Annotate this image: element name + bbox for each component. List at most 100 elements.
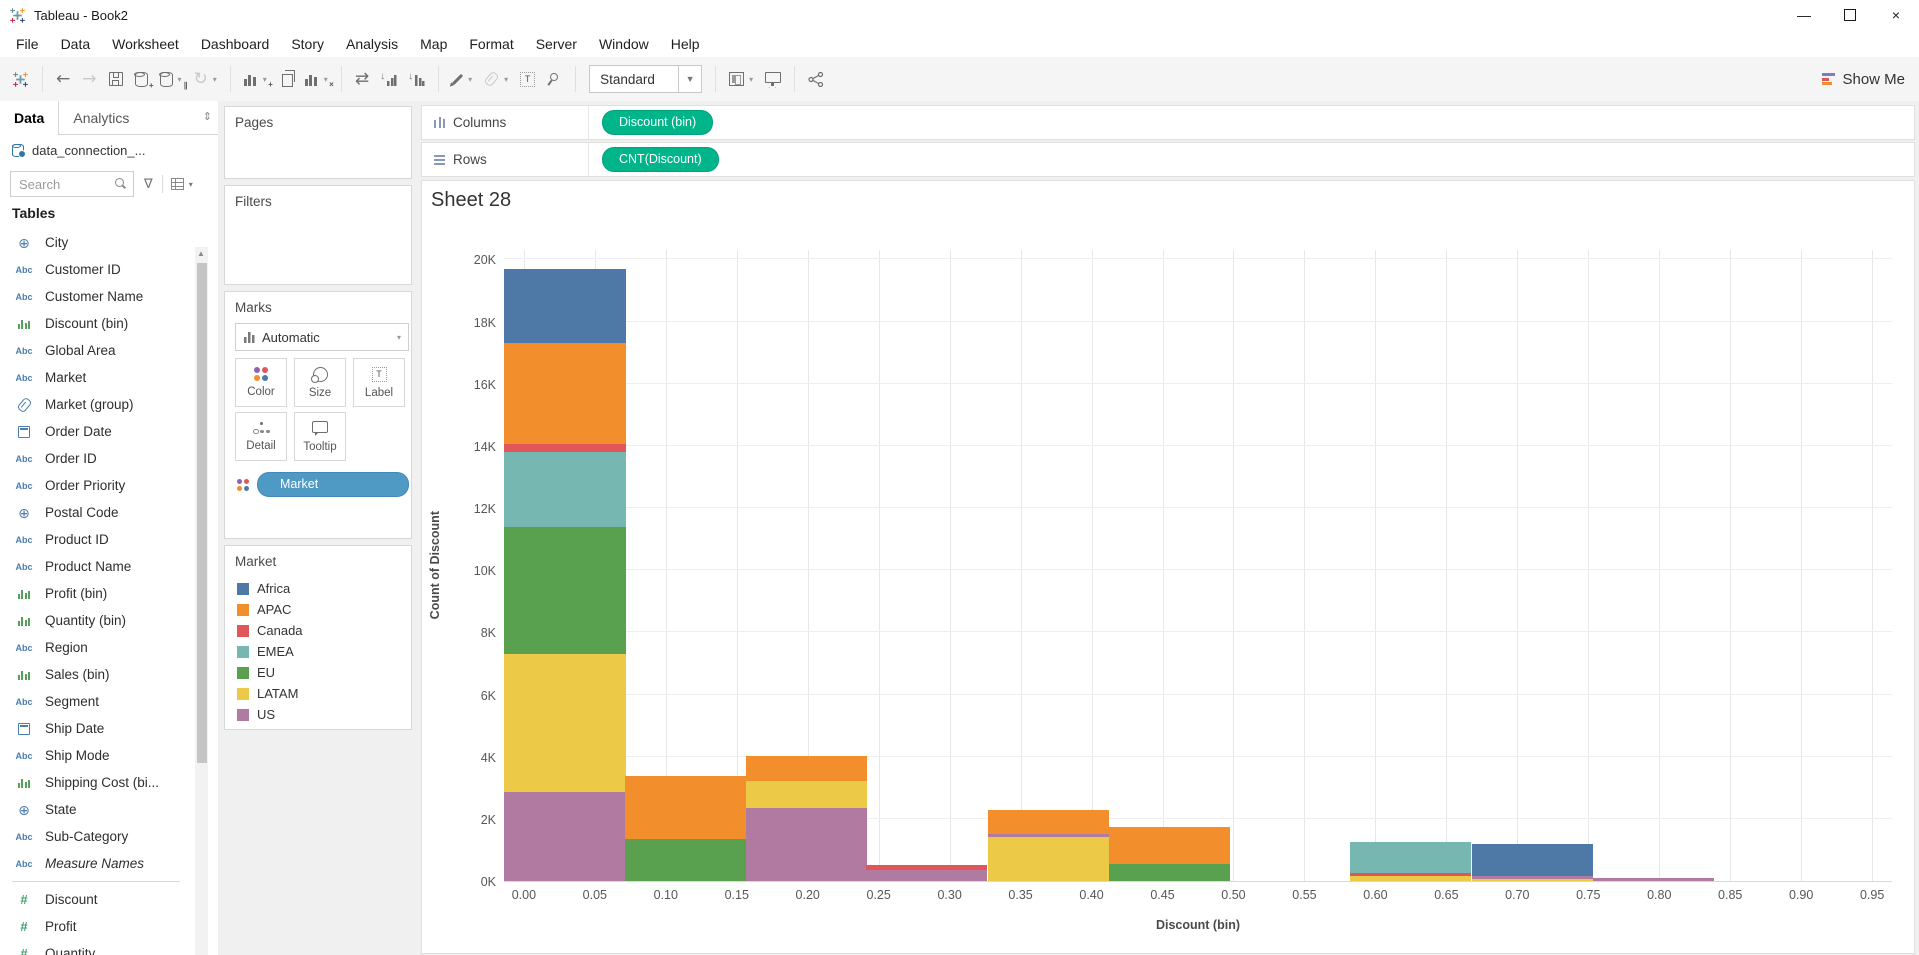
scrollbar[interactable]: ▲ <box>195 247 208 955</box>
bar-segment-us[interactable] <box>504 792 625 881</box>
menu-worksheet[interactable]: Worksheet <box>101 32 190 56</box>
size-button[interactable]: Size <box>294 358 346 407</box>
mark-type-dropdown[interactable]: Automatic ▾ <box>235 323 409 351</box>
field-quantity-bin[interactable]: Quantity (bin) <box>0 607 192 634</box>
field-profit[interactable]: #Profit <box>0 913 192 940</box>
menu-file[interactable]: File <box>5 32 50 56</box>
bar-segment-canada[interactable] <box>1350 873 1471 876</box>
field-state[interactable]: ⊕State <box>0 796 192 823</box>
bar-segment-canada[interactable] <box>504 444 625 452</box>
tooltip-button[interactable]: Tooltip <box>294 412 346 461</box>
menu-data[interactable]: Data <box>50 32 102 56</box>
pages-card[interactable]: Pages <box>224 106 412 179</box>
pane-resize-icon[interactable]: ⇕ <box>203 110 212 123</box>
field-profit-bin[interactable]: Profit (bin) <box>0 580 192 607</box>
field-order-id[interactable]: AbcOrder ID <box>0 445 192 472</box>
bar-segment-africa[interactable] <box>504 269 625 344</box>
presentation-mode-button[interactable] <box>759 67 787 92</box>
field-sales-bin[interactable]: Sales (bin) <box>0 661 192 688</box>
legend-item-latam[interactable]: LATAM <box>237 683 303 704</box>
field-order-priority[interactable]: AbcOrder Priority <box>0 472 192 499</box>
filters-card[interactable]: Filters <box>224 185 412 285</box>
bar-segment-apac[interactable] <box>625 776 746 840</box>
rows-pill-cnt-discount[interactable]: CNT(Discount) <box>602 147 719 172</box>
show-mark-labels-button[interactable] <box>514 67 541 92</box>
bar-segment-eu[interactable] <box>1109 864 1230 881</box>
search-input[interactable] <box>17 173 117 195</box>
fit-selector[interactable]: Standard▼ <box>583 60 708 98</box>
menu-story[interactable]: Story <box>280 32 335 56</box>
bar-segment-apac[interactable] <box>504 343 625 444</box>
bar-segment-latam[interactable] <box>746 781 867 808</box>
field-discount-bin[interactable]: Discount (bin) <box>0 310 192 337</box>
bar-segment-latam[interactable] <box>1350 876 1471 881</box>
field-customer-id[interactable]: AbcCustomer ID <box>0 256 192 283</box>
menu-map[interactable]: Map <box>409 32 458 56</box>
field-postal-code[interactable]: ⊕Postal Code <box>0 499 192 526</box>
columns-shelf[interactable]: Columns Discount (bin) <box>421 105 1915 140</box>
run-auto-updates-button[interactable]: ↻▾ <box>188 66 223 93</box>
menu-help[interactable]: Help <box>660 32 711 56</box>
chevron-down-icon[interactable]: ▾ <box>749 75 753 84</box>
field-measure-names[interactable]: AbcMeasure Names <box>0 850 192 877</box>
clear-sheet-button[interactable]: ×▾ <box>299 68 334 91</box>
columns-pill-discount-bin[interactable]: Discount (bin) <box>602 110 713 135</box>
bar-segment-us[interactable] <box>866 870 987 881</box>
field-segment[interactable]: AbcSegment <box>0 688 192 715</box>
legend-item-emea[interactable]: EMEA <box>237 641 303 662</box>
bar-segment-emea[interactable] <box>1350 842 1471 873</box>
scroll-up-icon[interactable]: ▲ <box>197 249 205 258</box>
bar-segment-canada[interactable] <box>866 865 987 870</box>
field-city[interactable]: ⊕City <box>0 229 192 256</box>
chevron-down-icon[interactable]: ▾ <box>468 75 472 84</box>
scrollbar-thumb[interactable] <box>197 263 207 763</box>
swap-rows-columns-button[interactable]: ⇄ <box>349 66 375 93</box>
field-product-name[interactable]: AbcProduct Name <box>0 553 192 580</box>
legend-item-apac[interactable]: APAC <box>237 599 303 620</box>
bar-segment-eu[interactable] <box>504 527 625 654</box>
market-pill[interactable]: Market <box>257 472 409 497</box>
field-market[interactable]: AbcMarket <box>0 364 192 391</box>
legend-item-canada[interactable]: Canada <box>237 620 303 641</box>
bar-segment-apac[interactable] <box>746 756 867 781</box>
bar-segment-us[interactable] <box>746 808 867 881</box>
bar-segment-apac[interactable] <box>1109 827 1230 864</box>
group-members-button[interactable]: ▾ <box>478 67 514 91</box>
bar-segment-latam[interactable] <box>504 654 625 792</box>
minimize-button[interactable]: — <box>1781 0 1827 30</box>
field-ship-mode[interactable]: AbcShip Mode <box>0 742 192 769</box>
view-as-caret-icon[interactable]: ▾ <box>189 180 193 189</box>
show-me-button[interactable]: Show Me <box>1822 57 1905 101</box>
search-box[interactable] <box>10 171 134 197</box>
rows-shelf[interactable]: Rows CNT(Discount) <box>421 142 1915 177</box>
detail-button[interactable]: Detail <box>235 412 287 461</box>
field-sub-category[interactable]: AbcSub-Category <box>0 823 192 850</box>
menu-format[interactable]: Format <box>458 32 524 56</box>
menu-dashboard[interactable]: Dashboard <box>190 32 281 56</box>
field-discount[interactable]: #Discount <box>0 886 192 913</box>
chevron-down-icon[interactable]: ▾ <box>263 75 267 84</box>
field-global-area[interactable]: AbcGlobal Area <box>0 337 192 364</box>
fit-selector-caret-icon[interactable]: ▼ <box>678 66 701 92</box>
bar-segment-apac[interactable] <box>988 810 1109 834</box>
filter-fields-icon[interactable]: ∇ <box>144 176 153 192</box>
bar-segment-emea[interactable] <box>504 452 625 527</box>
menu-window[interactable]: Window <box>588 32 660 56</box>
bar-segment-latam[interactable] <box>1472 879 1593 881</box>
chevron-down-icon[interactable]: ▾ <box>324 75 328 84</box>
legend-item-us[interactable]: US <box>237 704 303 725</box>
tab-data[interactable]: Data <box>0 101 59 135</box>
chevron-down-icon[interactable]: ▾ <box>504 75 508 84</box>
field-customer-name[interactable]: AbcCustomer Name <box>0 283 192 310</box>
tableau-logo-button[interactable] <box>6 66 35 93</box>
sort-ascending-button[interactable] <box>375 68 403 91</box>
view-as-icon[interactable] <box>171 178 184 190</box>
undo-button[interactable]: ← <box>50 66 76 93</box>
fix-axes-button[interactable] <box>541 68 568 90</box>
tab-analytics[interactable]: Analytics <box>59 101 143 134</box>
field-order-date[interactable]: Order Date <box>0 418 192 445</box>
field-ship-date[interactable]: Ship Date <box>0 715 192 742</box>
bar-segment-latam[interactable] <box>988 837 1109 881</box>
label-button[interactable]: Label <box>353 358 405 407</box>
field-product-id[interactable]: AbcProduct ID <box>0 526 192 553</box>
